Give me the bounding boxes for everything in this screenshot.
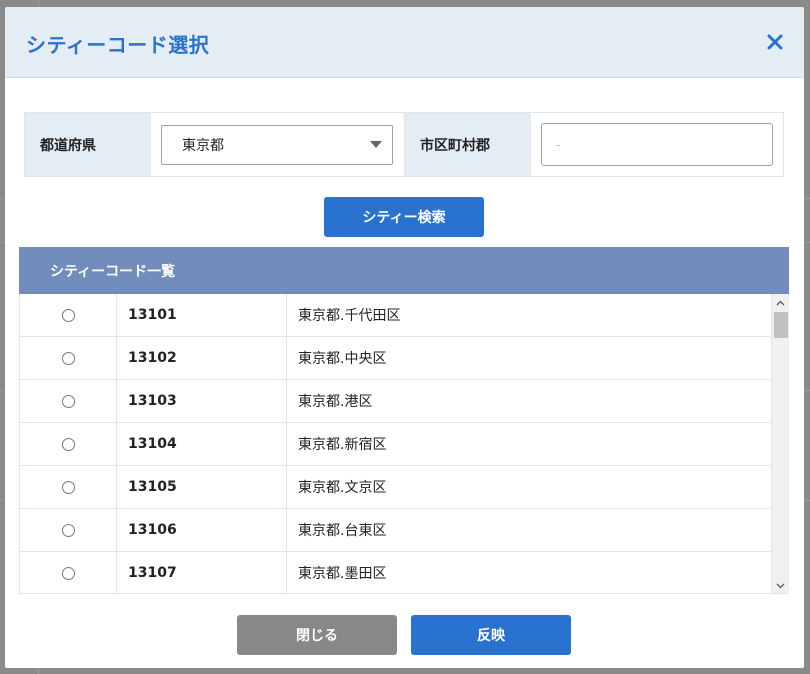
row-radio[interactable] [61,480,75,494]
row-radio-cell [20,337,117,379]
row-radio-cell [20,423,117,465]
modal-header: シティーコード選択 [5,7,804,78]
chevron-down-icon [776,583,785,588]
city-name: 東京都.文京区 [298,480,387,496]
row-radio[interactable] [61,437,75,451]
city-code: 13103 [117,380,287,422]
city-cell [531,113,783,176]
chevron-up-icon [776,300,785,305]
city-list-rows: 13101 東京都.千代田区 13102 東京都.中央区 13103 東京都.港区 1310… [20,294,772,593]
city-code: 13107 [117,552,287,593]
row-radio[interactable] [61,523,75,537]
city-name: 東京都.港区 [298,394,373,410]
city-name: 東京都.墨田区 [298,566,387,582]
apply-button[interactable]: 反映 [411,615,571,655]
scroll-up-button[interactable] [772,294,789,311]
row-radio[interactable] [61,351,75,365]
filter-panel: 都道府県 東京都 市区町村郡 [24,112,784,177]
city-code: 13106 [117,509,287,551]
close-footer-button[interactable]: 閉じる [237,615,397,655]
table-row[interactable]: 13107 東京都.墨田区 [20,552,772,593]
city-name: 東京都.新宿区 [298,437,387,453]
close-icon [767,34,783,50]
row-radio-cell [20,294,117,336]
city-list[interactable]: 13101 東京都.千代田区 13102 東京都.中央区 13103 東京都.港区 1310… [19,294,789,594]
row-radio-cell [20,380,117,422]
prefecture-select[interactable]: 東京都 [161,124,393,165]
table-row[interactable]: 13103 東京都.港区 [20,380,772,423]
city-input[interactable] [541,123,773,166]
city-code: 13101 [117,294,287,336]
row-radio-cell [20,509,117,551]
row-radio-cell [20,552,117,593]
table-row[interactable]: 13104 東京都.新宿区 [20,423,772,466]
row-radio[interactable] [61,566,75,580]
city-name: 東京都.中央区 [298,351,387,367]
city-code-modal: シティーコード選択 都道府県 東京都 市区町村郡 シティー検索 シティーコード一… [5,7,804,668]
table-row[interactable]: 13102 東京都.中央区 [20,337,772,380]
row-radio[interactable] [61,394,75,408]
city-name: 東京都.台東区 [298,523,387,539]
prefecture-select-value: 東京都 [182,137,224,154]
city-code: 13105 [117,466,287,508]
scrollbar-thumb[interactable] [774,312,788,338]
row-radio-cell [20,466,117,508]
chevron-down-icon [370,140,382,148]
prefecture-cell: 東京都 [151,113,404,176]
city-search-button[interactable]: シティー検索 [324,197,484,237]
table-row[interactable]: 13106 東京都.台東区 [20,509,772,552]
city-label: 市区町村郡 [404,113,531,176]
row-radio[interactable] [61,308,75,322]
city-list-header: シティーコード一覧 [19,247,789,294]
modal-title: シティーコード選択 [26,33,210,57]
list-scrollbar[interactable] [771,294,789,593]
prefecture-label: 都道府県 [25,113,151,176]
table-row[interactable]: 13105 東京都.文京区 [20,466,772,509]
table-row[interactable]: 13101 東京都.千代田区 [20,294,772,337]
close-button[interactable] [764,31,786,53]
city-code: 13102 [117,337,287,379]
scroll-down-button[interactable] [772,577,789,593]
city-name: 東京都.千代田区 [298,308,401,324]
city-code: 13104 [117,423,287,465]
